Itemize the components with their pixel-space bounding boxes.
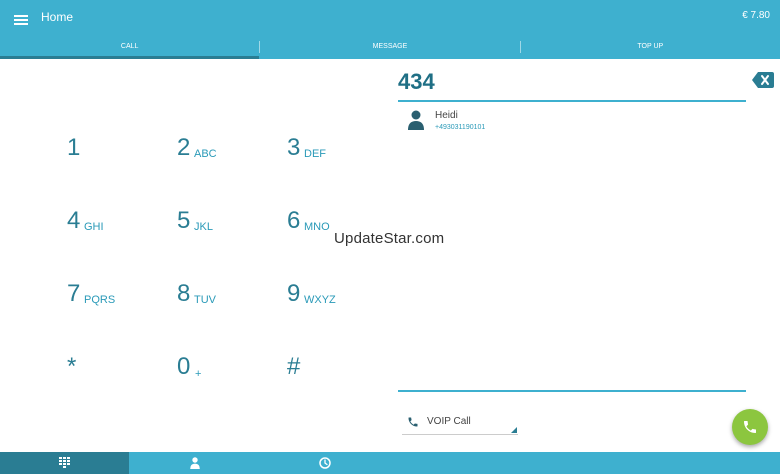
dialpad: 1 2 ABC 3 DEF 4 GHI 5 JKL 6 MNO 7 PQRS 8…: [0, 59, 395, 452]
dialpad-key-hash[interactable]: #: [287, 341, 397, 389]
dialpad-key-4[interactable]: 4 GHI: [67, 195, 177, 243]
key-letters: PQRS: [84, 294, 116, 306]
key-digit: 2: [177, 134, 191, 161]
key-digit: 6: [287, 207, 301, 234]
contact-name: Heidi: [435, 110, 458, 121]
call-type-label: VOIP Call: [427, 416, 471, 427]
dialpad-key-3[interactable]: 3 DEF: [287, 122, 397, 170]
nav-dialpad[interactable]: [0, 452, 129, 474]
dialpad-key-star[interactable]: *: [67, 341, 177, 389]
key-digit: 3: [287, 134, 301, 161]
key-letters: ABC: [194, 148, 217, 160]
tab-message[interactable]: MESSAGE: [260, 38, 519, 59]
phone-icon: [744, 421, 756, 433]
dropdown-caret-icon: [511, 427, 517, 433]
bottom-navigation: [0, 452, 780, 474]
app-bar: Home € 7.80 CALL MESSAGE TOP UP: [0, 0, 780, 59]
person-icon: [408, 110, 424, 130]
phone-icon: [407, 415, 419, 427]
key-digit: 4: [67, 207, 81, 234]
page-title: Home: [41, 10, 74, 24]
key-digit: 8: [177, 280, 191, 307]
key-letters: +: [195, 368, 202, 380]
watermark: UpdateStar.com: [334, 230, 445, 247]
dialpad-key-5[interactable]: 5 JKL: [177, 195, 287, 243]
balance-label: € 7.80: [742, 10, 770, 21]
key-digit: 7: [67, 280, 81, 307]
key-digit: 0: [177, 353, 191, 380]
dialed-number-field[interactable]: 434: [398, 66, 746, 102]
nav-contacts[interactable]: [129, 452, 260, 474]
contact-number: +493031190101: [435, 124, 486, 131]
key-digit: 5: [177, 207, 191, 234]
call-button[interactable]: [732, 409, 768, 445]
menu-icon[interactable]: [14, 13, 28, 25]
contact-suggestion[interactable]: Heidi +493031190101: [398, 106, 746, 138]
dialpad-key-1[interactable]: 1: [67, 122, 177, 170]
dialpad-key-8[interactable]: 8 TUV: [177, 268, 287, 316]
tab-call[interactable]: CALL: [0, 38, 260, 59]
dialpad-key-2[interactable]: 2 ABC: [177, 122, 287, 170]
call-type-select[interactable]: VOIP Call: [402, 411, 518, 435]
dialed-number: 434: [398, 69, 435, 94]
dialpad-icon: [59, 457, 70, 468]
nav-history[interactable]: [260, 452, 390, 474]
key-letters: JKL: [194, 221, 213, 233]
backspace-icon[interactable]: [752, 72, 774, 88]
key-digit: 9: [287, 280, 301, 307]
dialpad-key-9[interactable]: 9 WXYZ: [287, 268, 397, 316]
dialpad-key-7[interactable]: 7 PQRS: [67, 268, 177, 316]
tab-bar: CALL MESSAGE TOP UP: [0, 38, 780, 59]
person-icon: [190, 457, 200, 469]
key-digit: #: [287, 353, 301, 380]
key-letters: DEF: [304, 148, 326, 160]
key-letters: WXYZ: [304, 294, 336, 306]
tab-top-up[interactable]: TOP UP: [521, 38, 780, 59]
key-letters: GHI: [84, 221, 104, 233]
key-digit: *: [67, 353, 77, 380]
key-letters: MNO: [304, 221, 330, 233]
key-letters: TUV: [194, 294, 216, 306]
dialpad-key-0[interactable]: 0 +: [177, 341, 287, 389]
divider: [398, 390, 746, 392]
clock-icon: [319, 457, 331, 469]
key-digit: 1: [67, 134, 81, 161]
